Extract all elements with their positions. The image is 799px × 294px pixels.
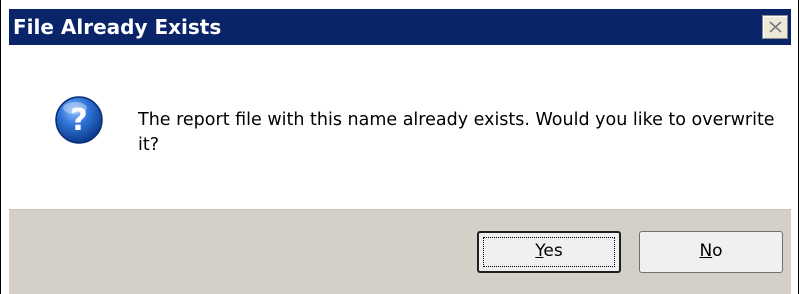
no-button-label: No [699,241,723,261]
dialog-title: File Already Exists [13,15,222,39]
close-button[interactable] [762,15,788,39]
button-bar: Yes No [9,209,791,294]
svg-text:?: ? [70,103,87,138]
yes-button-label: Yes [535,241,563,261]
dialog-message: The report file with this name already e… [138,110,775,155]
no-button[interactable]: No [639,231,783,273]
question-icon: ? [54,95,104,145]
title-bar[interactable]: File Already Exists [9,9,791,45]
dialog-content: ? The report file with this name already… [9,45,791,209]
yes-button[interactable]: Yes [477,231,621,273]
file-exists-dialog: File Already Exists ? The report file wi… [0,0,799,294]
close-icon [769,21,782,33]
